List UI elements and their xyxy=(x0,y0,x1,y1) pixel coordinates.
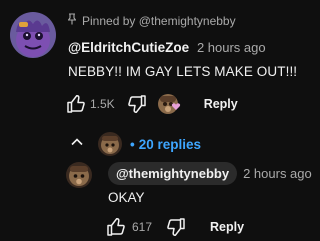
reply-text: OKAY xyxy=(108,190,145,205)
pinned-text: Pinned by @themightynebby xyxy=(82,13,236,28)
thumbs-up-icon xyxy=(107,218,125,236)
creator-avatar-icon xyxy=(66,162,92,188)
reply-dislike-button[interactable] xyxy=(166,217,186,237)
chevron-up-icon xyxy=(70,135,84,154)
creature-avatar-icon xyxy=(10,12,56,58)
replies-count: 20 replies xyxy=(138,136,202,152)
reply-like-count: 617 xyxy=(132,220,153,234)
creator-heart-badge xyxy=(157,92,183,116)
comment-actions: 1.5K Reply xyxy=(66,92,238,116)
thumbs-down-icon xyxy=(127,95,146,113)
comment-timestamp[interactable]: 2 hours ago xyxy=(197,40,266,55)
pin-icon xyxy=(67,13,77,28)
reply-header: @themightynebby 2 hours ago xyxy=(108,162,312,185)
comment-header: @EldritchCutieZoe 2 hours ago xyxy=(68,40,266,55)
pinned-label: Pinned by @themightynebby xyxy=(67,13,236,28)
reply-reply-button[interactable]: Reply xyxy=(210,220,244,234)
replies-toggle[interactable]: • 20 replies xyxy=(70,132,201,156)
replies-dot: • xyxy=(130,136,135,152)
thumbs-up-icon xyxy=(67,95,85,113)
comment-author-avatar[interactable] xyxy=(10,12,56,58)
reply-author-avatar[interactable] xyxy=(66,162,92,188)
reply-like-button[interactable] xyxy=(106,217,126,237)
creator-avatar-small xyxy=(98,132,122,156)
like-button[interactable] xyxy=(66,94,86,114)
comment-author[interactable]: @EldritchCutieZoe xyxy=(68,40,189,55)
comment-text: NEBBY!! IM GAY LETS MAKE OUT!!! xyxy=(68,64,298,79)
thumbs-down-icon xyxy=(167,218,185,236)
dislike-button[interactable] xyxy=(127,94,147,114)
creator-heart-icon xyxy=(157,94,180,114)
reply-actions: 617 Reply xyxy=(106,215,244,239)
reply-timestamp[interactable]: 2 hours ago xyxy=(243,166,312,181)
reply-button[interactable]: Reply xyxy=(204,97,238,111)
reply-author[interactable]: @themightynebby xyxy=(108,162,238,185)
like-count: 1.5K xyxy=(90,97,115,111)
creator-avatar-icon xyxy=(98,132,122,156)
